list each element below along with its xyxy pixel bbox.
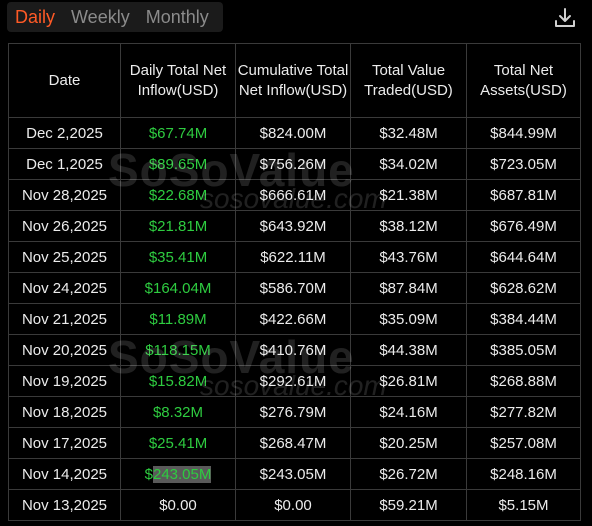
cell-date: Nov 25,2025 xyxy=(8,241,121,273)
cell-total-assets: $248.16M xyxy=(466,458,581,490)
cell-cumulative-inflow: $622.11M xyxy=(235,241,351,273)
tab-weekly[interactable]: Weekly xyxy=(63,2,138,32)
cell-date: Nov 28,2025 xyxy=(8,179,121,211)
cell-total-traded: $38.12M xyxy=(350,210,467,242)
tab-monthly[interactable]: Monthly xyxy=(138,2,217,32)
cell-total-assets: $644.64M xyxy=(466,241,581,273)
etf-flow-table-container: Date Daily Total Net Inflow(USD) Cumulat… xyxy=(8,43,581,521)
cell-total-assets: $5.15M xyxy=(466,489,581,521)
toolbar: Daily Weekly Monthly xyxy=(0,0,592,40)
header-daily-inflow: Daily Total Net Inflow(USD) xyxy=(120,43,236,118)
cell-daily-inflow: $0.00 xyxy=(120,489,236,521)
table-row: Nov 25,2025 $35.41M $622.11M $43.76M $644.64… xyxy=(8,241,581,273)
tab-daily[interactable]: Daily xyxy=(7,2,63,32)
cell-total-traded: $32.48M xyxy=(350,117,467,149)
cell-daily-inflow: $15.82M xyxy=(120,365,236,397)
cell-cumulative-inflow: $824.00M xyxy=(235,117,351,149)
table-row: Dec 2,2025 $67.74M $824.00M $32.48M $844.99M xyxy=(8,117,581,149)
cell-date: Nov 24,2025 xyxy=(8,272,121,304)
cell-total-traded: $44.38M xyxy=(350,334,467,366)
cell-date: Nov 14,2025 xyxy=(8,458,121,490)
cell-date: Dec 1,2025 xyxy=(8,148,121,180)
cell-date: Nov 18,2025 xyxy=(8,396,121,428)
cell-cumulative-inflow: $666.61M xyxy=(235,179,351,211)
header-total-assets: Total Net Assets(USD) xyxy=(466,43,581,118)
cell-daily-inflow: $8.32M xyxy=(120,396,236,428)
cell-date: Nov 19,2025 xyxy=(8,365,121,397)
inflow-prefix: $ xyxy=(144,465,153,483)
header-date: Date xyxy=(8,43,121,118)
cell-date: Nov 13,2025 xyxy=(8,489,121,521)
table-row: Nov 13,2025 $0.00 $0.00 $59.21M $5.15M xyxy=(8,489,581,521)
table-row: Nov 18,2025 $8.32M $276.79M $24.16M $277.82M xyxy=(8,396,581,428)
cell-daily-inflow: $164.04M xyxy=(120,272,236,304)
cell-total-assets: $268.88M xyxy=(466,365,581,397)
cell-cumulative-inflow: $643.92M xyxy=(235,210,351,242)
cell-total-assets: $676.49M xyxy=(466,210,581,242)
cell-cumulative-inflow: $292.61M xyxy=(235,365,351,397)
period-tabs: Daily Weekly Monthly xyxy=(7,2,223,32)
cell-total-traded: $34.02M xyxy=(350,148,467,180)
cell-total-assets: $384.44M xyxy=(466,303,581,335)
cell-daily-inflow: $89.65M xyxy=(120,148,236,180)
cell-date: Dec 2,2025 xyxy=(8,117,121,149)
header-total-traded: Total Value Traded(USD) xyxy=(350,43,467,118)
cell-daily-inflow: $118.15M xyxy=(120,334,236,366)
cell-total-assets: $628.62M xyxy=(466,272,581,304)
cell-total-assets: $687.81M xyxy=(466,179,581,211)
cell-total-traded: $43.76M xyxy=(350,241,467,273)
selected-text-highlight[interactable]: 243.05M xyxy=(152,465,212,483)
table-row: Nov 26,2025 $21.81M $643.92M $38.12M $676.49… xyxy=(8,210,581,242)
cell-daily-inflow: $22.68M xyxy=(120,179,236,211)
cell-total-assets: $385.05M xyxy=(466,334,581,366)
cell-daily-inflow: $25.41M xyxy=(120,427,236,459)
cell-daily-inflow: $21.81M xyxy=(120,210,236,242)
cell-total-traded: $35.09M xyxy=(350,303,467,335)
cell-total-traded: $26.81M xyxy=(350,365,467,397)
cell-total-traded: $26.72M xyxy=(350,458,467,490)
cell-cumulative-inflow: $422.66M xyxy=(235,303,351,335)
cell-total-assets: $277.82M xyxy=(466,396,581,428)
cell-date: Nov 20,2025 xyxy=(8,334,121,366)
cell-total-assets: $723.05M xyxy=(466,148,581,180)
header-cumulative-inflow: Cumulative Total Net Inflow(USD) xyxy=(235,43,351,118)
cell-daily-inflow: $243.05M xyxy=(120,458,236,490)
cell-daily-inflow: $35.41M xyxy=(120,241,236,273)
table-row: Nov 24,2025 $164.04M $586.70M $87.84M $628.6… xyxy=(8,272,581,304)
cell-cumulative-inflow: $243.05M xyxy=(235,458,351,490)
table-row: Nov 28,2025 $22.68M $666.61M $21.38M $687.81… xyxy=(8,179,581,211)
cell-cumulative-inflow: $276.79M xyxy=(235,396,351,428)
cell-total-traded: $24.16M xyxy=(350,396,467,428)
cell-cumulative-inflow: $268.47M xyxy=(235,427,351,459)
cell-date: Nov 26,2025 xyxy=(8,210,121,242)
cell-cumulative-inflow: $0.00 xyxy=(235,489,351,521)
table-row: Nov 19,2025 $15.82M $292.61M $26.81M $268.88… xyxy=(8,365,581,397)
cell-cumulative-inflow: $586.70M xyxy=(235,272,351,304)
table-row: Nov 14,2025 $243.05M $243.05M $26.72M $248.1… xyxy=(8,458,581,490)
cell-daily-inflow: $11.89M xyxy=(120,303,236,335)
cell-date: Nov 21,2025 xyxy=(8,303,121,335)
table-row: Nov 17,2025 $25.41M $268.47M $20.25M $257.08… xyxy=(8,427,581,459)
cell-date: Nov 17,2025 xyxy=(8,427,121,459)
table-header-row: Date Daily Total Net Inflow(USD) Cumulat… xyxy=(8,43,581,118)
cell-daily-inflow: $67.74M xyxy=(120,117,236,149)
download-icon[interactable] xyxy=(553,6,577,30)
etf-flow-table: Date Daily Total Net Inflow(USD) Cumulat… xyxy=(8,43,581,521)
cell-total-traded: $87.84M xyxy=(350,272,467,304)
cell-cumulative-inflow: $756.26M xyxy=(235,148,351,180)
table-row: Nov 20,2025 $118.15M $410.76M $44.38M $385.0… xyxy=(8,334,581,366)
cell-total-traded: $59.21M xyxy=(350,489,467,521)
cell-total-assets: $844.99M xyxy=(466,117,581,149)
table-row: Dec 1,2025 $89.65M $756.26M $34.02M $723.05M xyxy=(8,148,581,180)
cell-total-traded: $21.38M xyxy=(350,179,467,211)
table-row: Nov 21,2025 $11.89M $422.66M $35.09M $384.44… xyxy=(8,303,581,335)
cell-total-assets: $257.08M xyxy=(466,427,581,459)
cell-total-traded: $20.25M xyxy=(350,427,467,459)
cell-cumulative-inflow: $410.76M xyxy=(235,334,351,366)
